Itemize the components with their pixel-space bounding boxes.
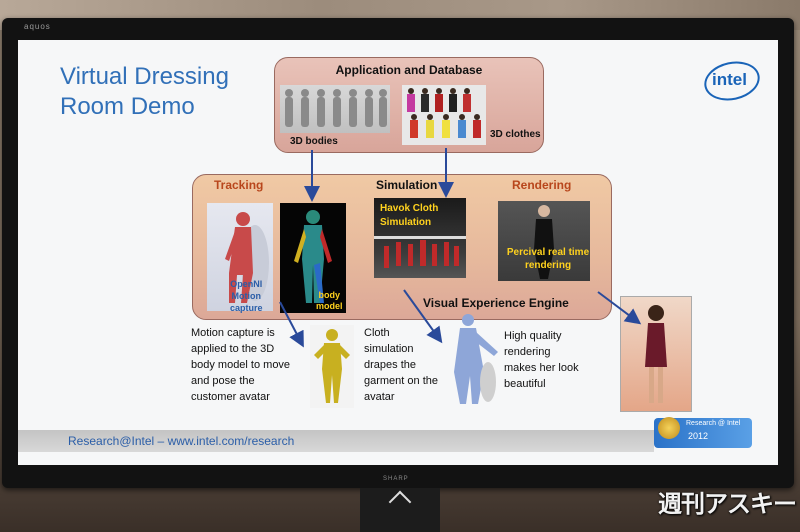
badge-emblem-icon — [658, 417, 680, 439]
badge-line-1: Research @ Intel — [686, 420, 741, 427]
arrow-simulation-to-avatar — [403, 289, 443, 344]
tv-brand-bottom: SHARP — [383, 476, 409, 482]
watermark: 週刊アスキー — [658, 491, 797, 518]
flow-arrows — [279, 148, 642, 348]
footer-text: Research@Intel – www.intel.com/research — [68, 434, 295, 448]
arrow-tracking-to-avatar — [279, 301, 304, 348]
tv-brand-top: aquos — [24, 22, 51, 31]
presentation-slide: Virtual Dressing Room Demo intel Applica… — [18, 40, 778, 465]
arrow-rendering-to-woman — [597, 291, 642, 325]
badge-line-2: 2012 — [688, 431, 709, 441]
